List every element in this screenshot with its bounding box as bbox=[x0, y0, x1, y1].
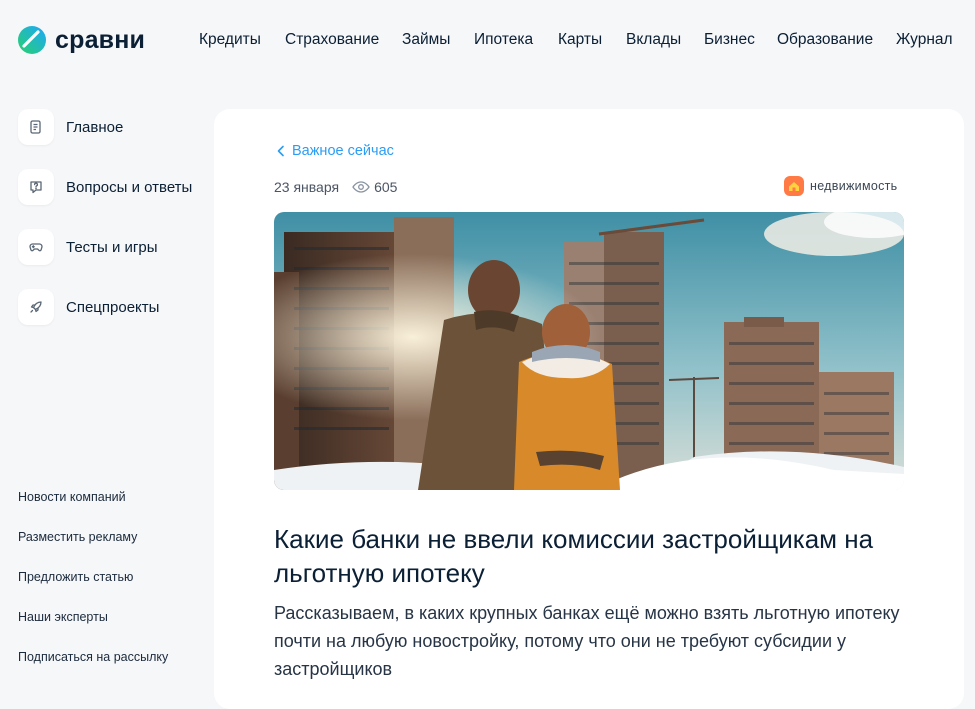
nav-item-business[interactable]: Бизнес bbox=[704, 31, 755, 49]
footer-link-suggest-article[interactable]: Предложить статью bbox=[18, 570, 133, 584]
article-meta: 23 января 605 bbox=[274, 179, 397, 195]
nav-item-cards[interactable]: Карты bbox=[558, 31, 602, 49]
gamepad-icon bbox=[18, 229, 54, 265]
back-link[interactable]: Важное сейчас bbox=[276, 143, 394, 159]
sidebar-item-label: Главное bbox=[66, 118, 124, 136]
sidebar-item-label: Спецпроекты bbox=[66, 298, 160, 316]
category-tag-label: недвижимость bbox=[810, 179, 898, 193]
back-link-label: Важное сейчас bbox=[292, 143, 394, 159]
nav-item-mortgage[interactable]: Ипотека bbox=[474, 31, 533, 49]
eye-icon bbox=[352, 181, 370, 193]
chevron-left-icon bbox=[277, 145, 284, 157]
logo-icon bbox=[18, 26, 46, 54]
views-count: 605 bbox=[374, 179, 398, 195]
footer-link-advertise[interactable]: Разместить рекламу bbox=[18, 530, 137, 544]
footer-link-subscribe[interactable]: Подписаться на рассылку bbox=[18, 650, 168, 664]
article-views: 605 bbox=[352, 179, 397, 195]
category-tag[interactable]: недвижимость bbox=[784, 176, 897, 196]
footer-link-company-news[interactable]: Новости компаний bbox=[18, 490, 126, 504]
sidebar-item-tests[interactable]: Тесты и игры bbox=[18, 229, 158, 265]
rocket-icon bbox=[18, 289, 54, 325]
article-icon bbox=[18, 109, 54, 145]
header: сравни Кредиты Страхование Займы Ипотека… bbox=[0, 0, 975, 80]
sidebar-item-label: Тесты и игры bbox=[66, 238, 158, 256]
article-title: Какие банки не ввели комиссии застройщик… bbox=[274, 524, 874, 588]
nav-item-credits[interactable]: Кредиты bbox=[199, 31, 261, 49]
article-lead: Рассказываем, в каких крупных банках ещё… bbox=[274, 603, 900, 679]
question-icon bbox=[18, 169, 54, 205]
nav-item-deposits[interactable]: Вклады bbox=[626, 31, 681, 49]
sidebar-item-qa[interactable]: Вопросы и ответы bbox=[18, 169, 192, 205]
logo-text: сравни bbox=[55, 26, 146, 54]
nav-item-loans[interactable]: Займы bbox=[402, 31, 450, 49]
sidebar-item-label: Вопросы и ответы bbox=[66, 178, 193, 196]
article-date: 23 января bbox=[274, 179, 340, 195]
nav-item-education[interactable]: Образование bbox=[777, 31, 873, 49]
nav-item-journal[interactable]: Журнал bbox=[896, 31, 953, 49]
article-hero-image bbox=[274, 212, 904, 490]
footer-link-experts[interactable]: Наши эксперты bbox=[18, 610, 108, 624]
house-icon bbox=[784, 176, 804, 196]
nav-item-insurance[interactable]: Страхование bbox=[285, 31, 379, 49]
sidebar-item-special[interactable]: Спецпроекты bbox=[18, 289, 159, 325]
sidebar-item-main[interactable]: Главное bbox=[18, 109, 123, 145]
logo[interactable]: сравни bbox=[18, 26, 145, 54]
article-card: Важное сейчас 23 января 605 недвижимость bbox=[214, 109, 964, 709]
